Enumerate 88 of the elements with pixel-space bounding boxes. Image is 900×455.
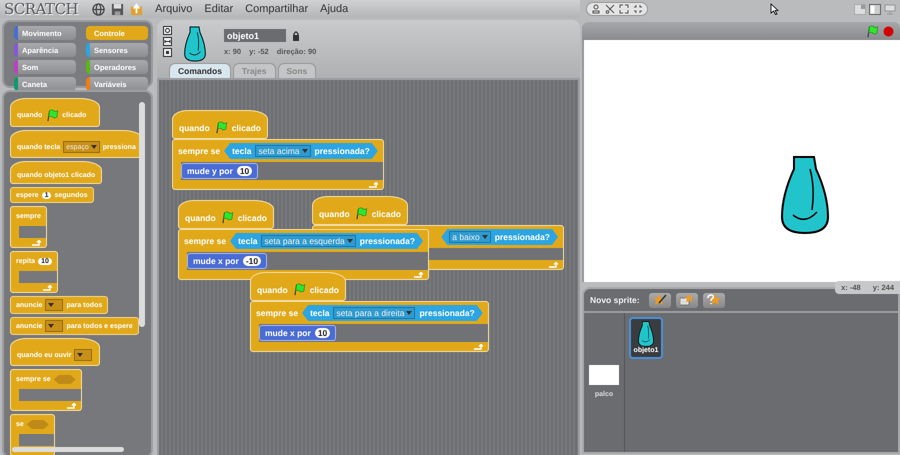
loop-block[interactable]: sempre se tecla seta para a esquerda pressionada? mude x por -10 <box>178 229 430 280</box>
loop-arrow-icon <box>474 344 483 350</box>
menu-item[interactable]: Arquivo <box>155 3 192 15</box>
block-label: quando <box>185 212 216 222</box>
dropdown-menu[interactable] <box>45 299 64 311</box>
menu-item[interactable]: Editar <box>204 3 234 15</box>
block-label: clicado <box>238 212 267 222</box>
block-label: mude x por <box>193 256 239 266</box>
stage-thumbnail[interactable] <box>589 365 619 385</box>
shrink-icon[interactable] <box>633 4 643 14</box>
dropdown-menu[interactable] <box>45 320 64 332</box>
block-label: mude y por <box>187 166 233 176</box>
dropdown-menu[interactable]: seta acima <box>255 145 311 157</box>
block-label: quando <box>319 208 350 218</box>
key-pressed-block[interactable]: tecla seta para a esquerda pressionada? <box>230 233 424 249</box>
block-label: pressionada? <box>419 308 475 318</box>
block-label: quando <box>257 284 288 294</box>
no-rotate-icon[interactable] <box>163 48 172 57</box>
grow-icon[interactable] <box>619 4 629 14</box>
lock-icon[interactable] <box>292 30 300 40</box>
block-label: quando <box>179 122 210 132</box>
hat-block[interactable]: quando clicado <box>312 196 408 225</box>
block-label: clicado <box>232 122 261 132</box>
block-label: clicado <box>372 208 401 218</box>
hat-block[interactable]: quando clicado <box>172 110 268 139</box>
number-input[interactable]: -10 <box>242 256 262 266</box>
flag-icon <box>220 211 234 224</box>
app-logo: SCRATCH <box>4 0 78 18</box>
dropdown-menu[interactable]: a baixo <box>449 231 491 243</box>
dropdown-menu[interactable]: seta para a esquerda <box>261 235 356 247</box>
flag-icon <box>292 283 306 296</box>
save-icon[interactable] <box>111 2 124 16</box>
flag-icon <box>354 207 368 220</box>
number-input[interactable]: 10 <box>236 166 252 176</box>
new-sprite-label: Novo sprite: <box>590 295 640 305</box>
block-label: clicado <box>310 284 339 294</box>
paint-sprite-button[interactable] <box>648 292 671 308</box>
loop-arrow-icon <box>368 182 378 188</box>
block-label: tecla <box>310 308 330 318</box>
block-label: pressionada? <box>314 146 370 156</box>
cursor-icon <box>770 3 779 15</box>
flag-icon <box>45 109 60 122</box>
dropdown-menu[interactable]: seta para a direita <box>333 307 416 319</box>
hat-block[interactable]: quando clicado <box>178 200 274 229</box>
hat-block[interactable]: quando clicado <box>250 272 346 301</box>
block-label: mude x por <box>265 328 311 338</box>
block-label: sempre se <box>256 308 298 318</box>
key-pressed-block[interactable]: tecla seta para a direita pressionada? <box>302 305 483 321</box>
block-label: tecla <box>232 146 252 156</box>
command-block[interactable]: mude x por 10 <box>259 325 336 341</box>
block-label: tecla <box>238 236 258 246</box>
surprise-sprite-button[interactable] <box>702 292 725 308</box>
loop-arrow-icon <box>66 402 76 408</box>
loop-block[interactable]: sempre se tecla seta acima pressionada? mude y por 10 <box>172 139 384 190</box>
folder-sprite-button[interactable] <box>676 292 698 308</box>
block-label: sempre se <box>184 236 226 246</box>
block-label: pressionada? <box>360 236 416 246</box>
loop-arrow-icon <box>32 240 41 246</box>
loop-arrow-icon <box>42 284 52 290</box>
loop-block[interactable]: sempre se tecla seta para a direita pressionada? mude x por 10 <box>250 301 489 352</box>
dropdown-menu[interactable] <box>74 349 92 361</box>
key-pressed-block[interactable]: tecla seta acima pressionada? <box>224 143 378 159</box>
sprite-name-field[interactable]: objeto1 <box>224 29 286 42</box>
tab[interactable]: Comandos <box>169 63 231 78</box>
flag-icon <box>865 24 879 38</box>
command-block[interactable]: mude y por 10 <box>181 163 258 179</box>
key-pressed-block[interactable]: a baixo pressionada? <box>441 229 558 245</box>
command-block[interactable]: mude x por -10 <box>187 253 268 269</box>
globe-icon[interactable] <box>92 2 106 16</box>
menu-item[interactable]: Ajuda <box>320 3 348 15</box>
vase-drawing <box>182 26 208 62</box>
scissors-icon[interactable] <box>605 4 615 14</box>
scrollbar[interactable] <box>139 102 145 327</box>
tab[interactable]: Sons <box>278 63 316 78</box>
vase-drawing <box>637 321 655 347</box>
block-label: sempre se <box>178 146 220 156</box>
scrollbar[interactable] <box>12 447 124 452</box>
block-label: pressionada? <box>494 232 550 242</box>
flip-icon[interactable] <box>163 37 172 46</box>
flag-icon <box>214 121 228 134</box>
loop-arrow-icon <box>549 262 558 268</box>
normal-stage-icon[interactable] <box>869 4 881 14</box>
menu-item[interactable]: Compartilhar <box>245 3 308 15</box>
loop-arrow-icon <box>414 272 424 278</box>
number-input[interactable]: 10 <box>314 328 330 338</box>
stamp-icon[interactable] <box>591 4 601 14</box>
rotate-icon[interactable] <box>163 26 172 35</box>
tab[interactable]: Trajes <box>232 63 276 78</box>
